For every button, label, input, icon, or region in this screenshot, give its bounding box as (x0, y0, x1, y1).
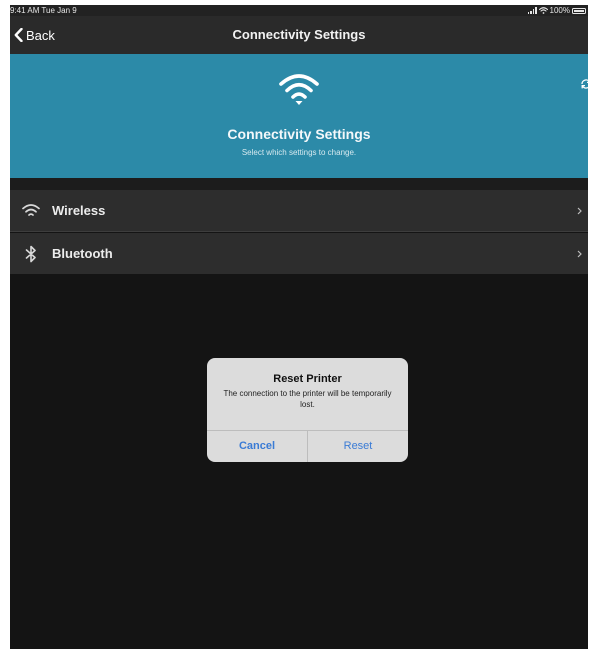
status-indicators: 100% (527, 5, 586, 16)
refresh-icon[interactable] (580, 78, 588, 90)
chevron-right-icon (577, 190, 582, 231)
header-title: Connectivity Settings (227, 126, 371, 142)
alert-title: Reset Printer (273, 373, 342, 385)
section-spacer (10, 178, 588, 190)
settings-row-bluetooth[interactable]: Bluetooth (10, 233, 588, 274)
alert-message: The connection to the printer will be te… (223, 389, 392, 409)
battery-icon (572, 7, 586, 14)
status-bar: 9:41 AM Tue Jan 9 100% (10, 5, 588, 16)
header-banner: Connectivity Settings Select which setti… (10, 54, 588, 178)
wifi-status-icon (538, 7, 548, 14)
wifi-icon (279, 74, 319, 105)
nav-title: Connectivity Settings (232, 27, 366, 42)
chevron-right-icon (577, 233, 582, 274)
battery-percent: 100% (549, 6, 570, 15)
status-time: 9:41 AM Tue Jan 9 (10, 6, 77, 15)
bluetooth-icon (10, 245, 52, 263)
settings-row-wireless[interactable]: Wireless (10, 190, 588, 232)
header-subtitle: Select which settings to change. (241, 148, 357, 157)
cellular-signal-icon (527, 7, 537, 14)
bluetooth-label: Bluetooth (52, 246, 113, 261)
navigation-bar: Back Connectivity Settings (10, 16, 588, 54)
cancel-button[interactable]: Cancel (207, 431, 307, 462)
reset-printer-alert: Reset Printer The connection to the prin… (207, 358, 408, 462)
wifi-icon (10, 203, 52, 218)
device-screen: 9:41 AM Tue Jan 9 100% Back Connectivity… (10, 5, 588, 649)
wireless-label: Wireless (52, 203, 106, 218)
reset-button[interactable]: Reset (308, 431, 408, 462)
